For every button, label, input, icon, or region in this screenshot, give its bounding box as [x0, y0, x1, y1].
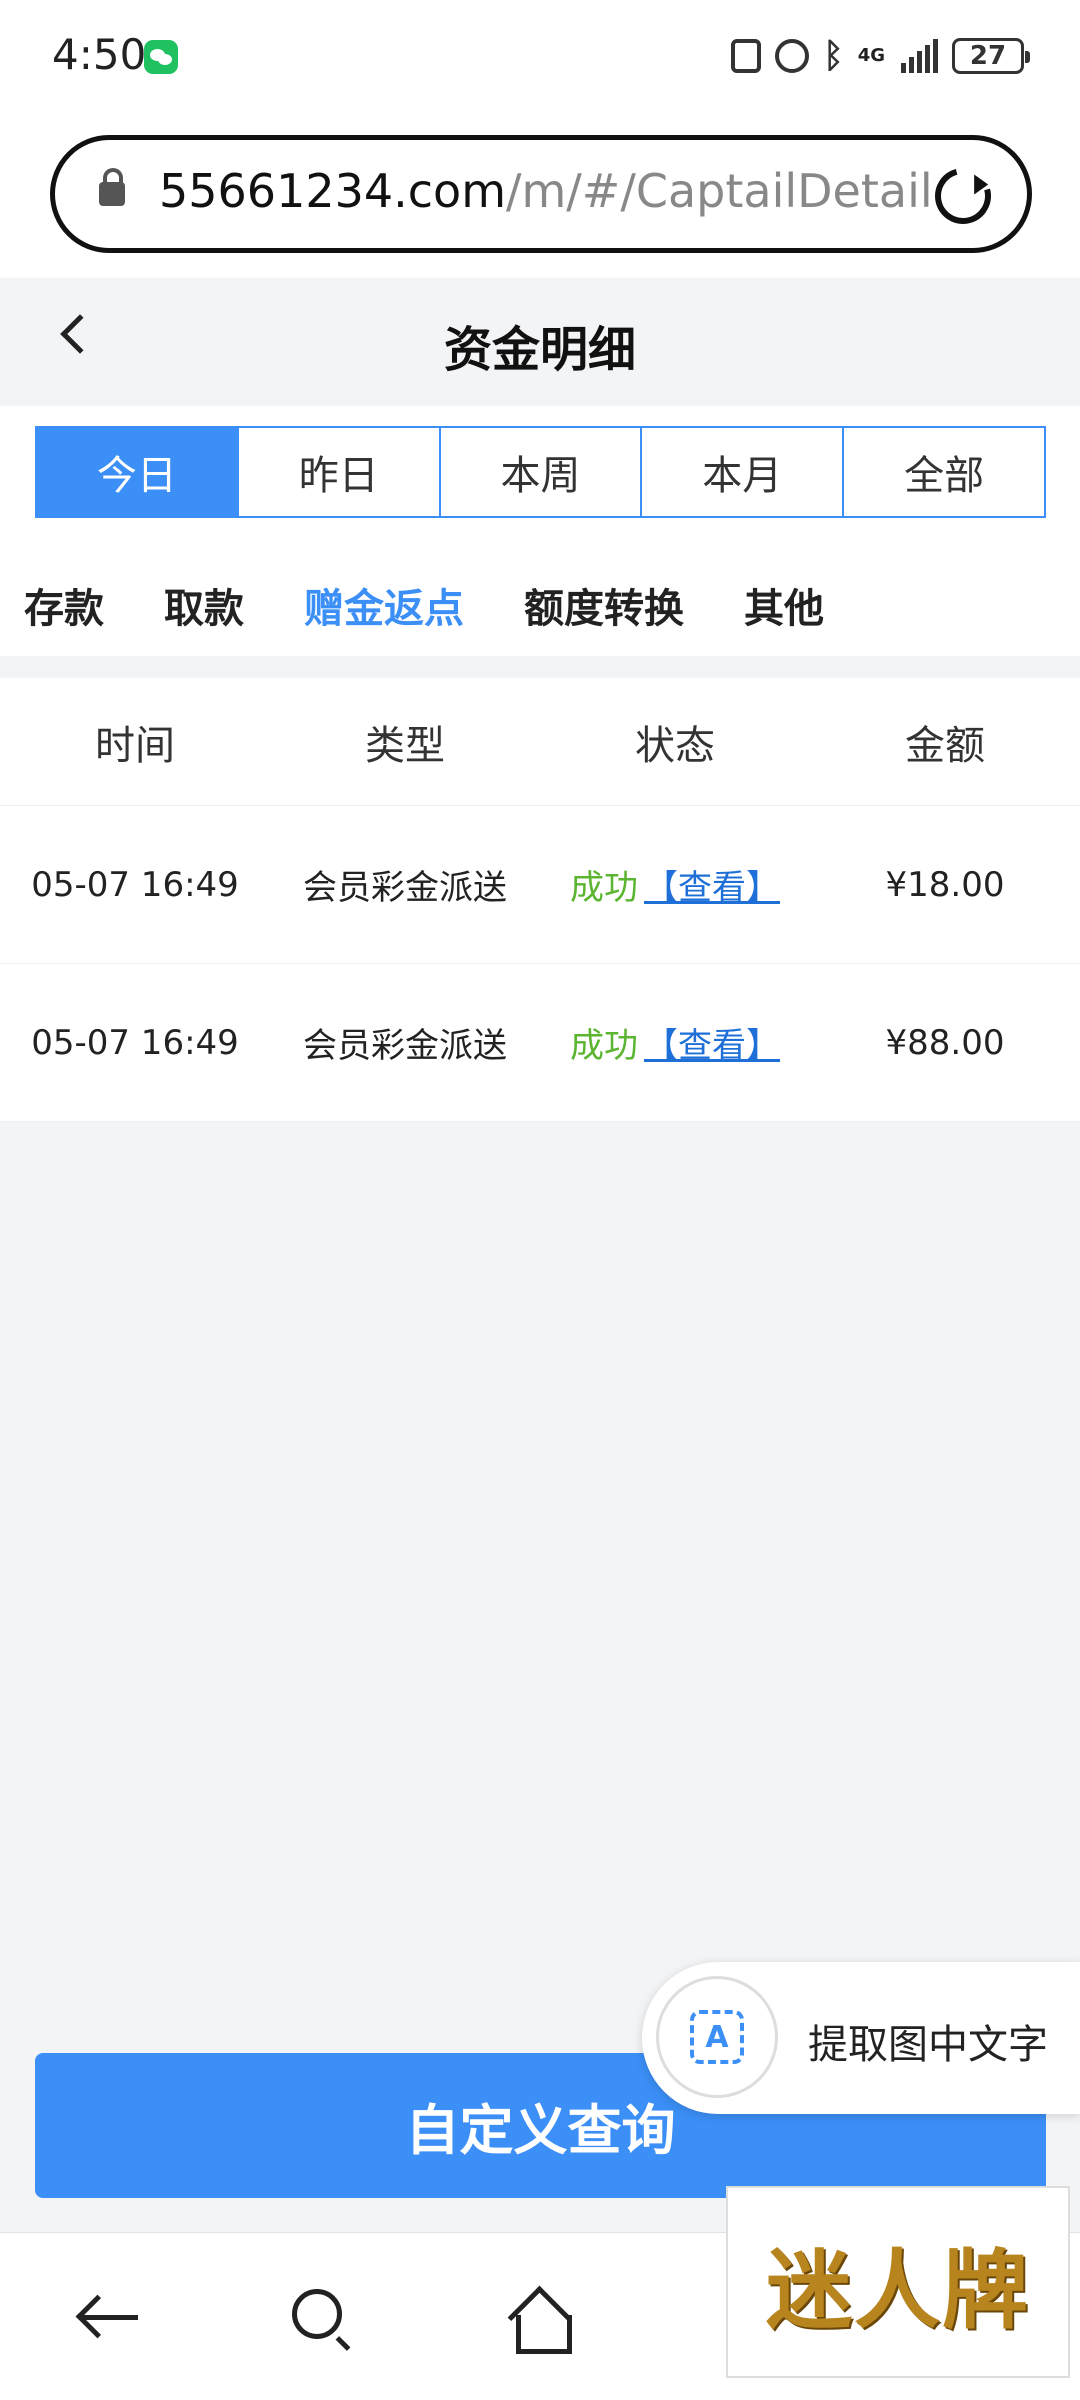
url-path: /m/#/CaptailDetail	[506, 164, 933, 218]
extract-text-popup[interactable]: A 提取图中文字	[642, 1962, 1080, 2114]
status-time: 4:50	[52, 30, 147, 79]
nfc-icon	[731, 39, 762, 73]
row-status-cell: 成功 【查看】	[540, 1018, 810, 1067]
extract-text-label[interactable]: 提取图中文字	[808, 2012, 1048, 2070]
text-scan-icon[interactable]: A	[656, 1976, 778, 2098]
browser-toolbar: 55661234.com/m/#/CaptailDetail	[0, 115, 1080, 278]
tab-withdraw[interactable]: 取款	[164, 576, 244, 634]
tab-all[interactable]: 全部	[844, 428, 1044, 516]
tab-today[interactable]: 今日	[37, 428, 239, 516]
address-bar[interactable]: 55661234.com/m/#/CaptailDetail	[50, 135, 1032, 253]
row-time: 05-07 16:49	[31, 864, 239, 905]
table-row: 05-07 16:49 会员彩金派送 成功 【查看】 ¥18.00	[0, 806, 1080, 964]
tab-bonus-rebate[interactable]: 赠金返点	[304, 576, 464, 634]
status-bar: 4:50 ᛒ 4G 27	[0, 0, 1080, 115]
watermark-text: 迷人牌	[766, 2239, 1030, 2341]
row-amount: ¥18.00	[885, 864, 1005, 905]
row-status: 成功	[570, 1026, 638, 1066]
screen: 4:50 ᛒ 4G 27 55661234.com/m/#/CaptailDet…	[0, 0, 1080, 2400]
row-type: 会员彩金派送	[303, 868, 507, 908]
transactions-table: 时间 类型 状态 金额 05-07 16:49 会员彩金派送 成功 【查看】 ¥1…	[0, 678, 1080, 1122]
watermark-logo: 迷人牌	[726, 2186, 1070, 2378]
table-header: 时间 类型 状态 金额	[0, 678, 1080, 806]
category-tabs: 存款 取款 赠金返点 额度转换 其他	[24, 576, 884, 634]
signal-icon	[901, 39, 938, 73]
page-title: 资金明细	[443, 322, 636, 378]
category-filter-bar: 存款 取款 赠金返点 额度转换 其他	[0, 526, 1080, 656]
tab-this-week[interactable]: 本周	[440, 428, 643, 516]
tab-yesterday[interactable]: 昨日	[238, 428, 441, 516]
alarm-icon	[775, 39, 810, 73]
tab-this-month[interactable]: 本月	[642, 428, 845, 516]
row-type: 会员彩金派送	[303, 1026, 507, 1066]
row-time: 05-07 16:49	[31, 1022, 239, 1063]
network-type: 4G	[857, 45, 885, 66]
row-status: 成功	[570, 868, 638, 908]
row-status-cell: 成功 【查看】	[540, 860, 810, 909]
view-link[interactable]: 【查看】	[644, 1026, 780, 1066]
column-header-type: 类型	[365, 722, 445, 769]
tab-other[interactable]: 其他	[744, 576, 824, 634]
period-tabs: 今日 昨日 本周 本月 全部	[35, 426, 1046, 518]
tab-deposit[interactable]: 存款	[24, 576, 104, 634]
column-header-time: 时间	[95, 722, 175, 769]
row-amount: ¥88.00	[885, 1022, 1005, 1063]
tab-transfer[interactable]: 额度转换	[524, 576, 684, 634]
battery-icon: 27	[952, 38, 1030, 74]
home-icon[interactable]	[506, 2289, 572, 2354]
column-header-amount: 金额	[905, 722, 985, 769]
period-filter-bar: 今日 昨日 本周 本月 全部	[0, 406, 1080, 526]
column-header-status: 状态	[635, 722, 715, 769]
reload-icon[interactable]	[924, 157, 1002, 235]
search-icon[interactable]	[292, 2289, 342, 2339]
battery-level: 27	[969, 41, 1007, 71]
lock-icon	[99, 168, 125, 206]
view-link[interactable]: 【查看】	[644, 868, 780, 908]
table-row: 05-07 16:49 会员彩金派送 成功 【查看】 ¥88.00	[0, 964, 1080, 1122]
url-domain: 55661234.com	[159, 164, 506, 218]
text-scan-letter: A	[690, 2010, 744, 2064]
status-icons: ᛒ 4G 27	[731, 34, 1030, 78]
back-icon[interactable]	[74, 2297, 140, 2337]
wechat-notification-icon	[144, 40, 178, 74]
page-header: 资金明细	[0, 278, 1080, 406]
url-text[interactable]: 55661234.com/m/#/CaptailDetail	[159, 164, 933, 218]
bluetooth-icon: ᛒ	[823, 36, 844, 76]
